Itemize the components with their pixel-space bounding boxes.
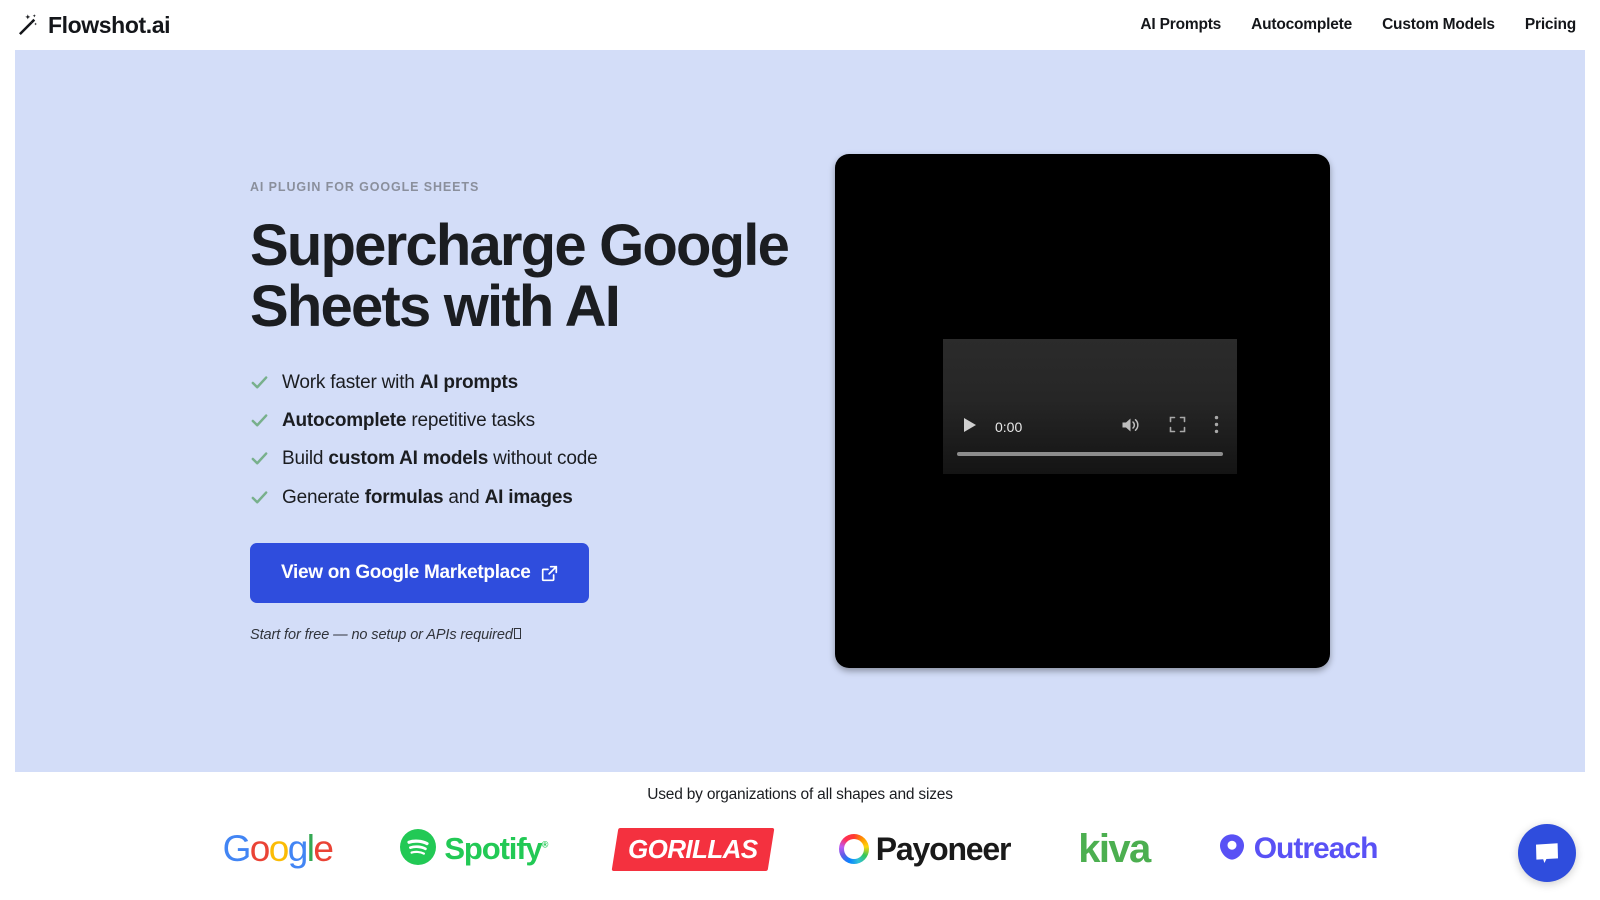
payoneer-wordmark: Payoneer <box>875 830 1012 867</box>
list-item: Work faster with AI prompts <box>250 368 790 401</box>
nav-item-autocomplete[interactable]: Autocomplete <box>1251 16 1352 34</box>
google-letter: e <box>313 828 334 869</box>
logo-gorillas: GORILLAS <box>611 826 775 872</box>
video-controls-overlay: 0:00 <box>943 339 1237 474</box>
feature-text: without code <box>488 448 598 470</box>
nav-item-custom-models[interactable]: Custom Models <box>1382 16 1495 34</box>
brand-name: Flowshot.ai <box>48 11 171 38</box>
hero-media: 0:00 <box>810 154 1330 668</box>
cta-note-text: Start for free — no setup or APIs requir… <box>250 627 513 644</box>
feature-text: Generate <box>282 486 365 508</box>
logo-row: Google Spotify® GORILLAS Payoneer kiva O… <box>0 826 1600 872</box>
missing-glyph <box>513 628 521 640</box>
kiva-wordmark: kiva <box>1078 826 1151 871</box>
check-icon <box>250 368 269 401</box>
google-letter: g <box>287 828 309 869</box>
magic-wand-icon <box>14 12 40 38</box>
feature-text: Work faster with <box>282 371 420 393</box>
chat-widget-button[interactable] <box>1518 824 1576 882</box>
social-proof-caption: Used by organizations of all shapes and … <box>647 786 953 803</box>
chat-bubble-icon <box>1533 839 1561 867</box>
cta-note: Start for free — no setup or APIs requir… <box>250 627 790 643</box>
kebab-menu-icon[interactable] <box>1214 415 1219 439</box>
logo-google: Google <box>222 826 334 872</box>
brand-logo[interactable]: Flowshot.ai <box>14 11 171 39</box>
page-title: Supercharge Google Sheets with AI <box>250 212 790 339</box>
spotify-mark-icon <box>400 828 437 870</box>
feature-emphasis: formulas <box>364 486 444 508</box>
check-icon <box>250 444 269 477</box>
external-link-icon <box>541 565 558 582</box>
logo-spotify: Spotify® <box>400 826 549 872</box>
google-letter: o <box>268 828 290 869</box>
play-icon[interactable] <box>963 417 977 438</box>
cta-label: View on Google Marketplace <box>281 562 531 584</box>
feature-emphasis: Autocomplete <box>282 409 407 431</box>
social-proof-section: Used by organizations of all shapes and … <box>0 772 1600 900</box>
hero-section: AI PLUGIN FOR GOOGLE SHEETS Supercharge … <box>15 50 1585 772</box>
volume-icon[interactable] <box>1121 416 1141 439</box>
video-progress-scrubber[interactable] <box>957 452 1223 456</box>
google-letter: G <box>222 828 252 869</box>
feature-text: repetitive tasks <box>406 409 535 431</box>
main-nav: AI Prompts Autocomplete Custom Models Pr… <box>1140 16 1576 34</box>
outreach-wordmark: Outreach <box>1253 832 1379 865</box>
view-on-google-marketplace-button[interactable]: View on Google Marketplace <box>250 543 590 604</box>
nav-item-ai-prompts[interactable]: AI Prompts <box>1140 16 1221 34</box>
gorillas-wordmark: GORILLAS <box>628 833 758 864</box>
video-current-time: 0:00 <box>995 419 1023 435</box>
fullscreen-icon[interactable] <box>1169 416 1186 438</box>
check-icon <box>250 406 269 439</box>
feature-list: Work faster with AI prompts Autocomplete… <box>250 368 790 517</box>
logo-outreach: Outreach <box>1218 826 1378 872</box>
spotify-wordmark: Spotify <box>444 831 542 866</box>
outreach-mark-icon <box>1218 833 1246 866</box>
feature-emphasis: AI prompts <box>419 371 519 393</box>
list-item: Build custom AI models without code <box>250 444 790 477</box>
logo-kiva: kiva <box>1078 826 1151 872</box>
check-icon <box>250 483 269 516</box>
logo-payoneer: Payoneer <box>838 826 1012 872</box>
hero-content: AI PLUGIN FOR GOOGLE SHEETS Supercharge … <box>250 179 810 643</box>
payoneer-ring-icon <box>838 834 869 864</box>
feature-emphasis: custom AI models <box>328 448 489 470</box>
google-letter: o <box>249 828 271 869</box>
list-item: Generate formulas and AI images <box>250 483 790 516</box>
feature-text: and <box>443 486 485 508</box>
feature-emphasis: AI images <box>484 486 573 508</box>
hero-eyebrow: AI PLUGIN FOR GOOGLE SHEETS <box>250 179 480 194</box>
list-item: Autocomplete repetitive tasks <box>250 406 790 439</box>
spotify-trademark: ® <box>541 839 549 850</box>
feature-text: Build <box>282 448 329 470</box>
site-header: Flowshot.ai AI Prompts Autocomplete Cust… <box>0 0 1600 50</box>
product-demo-video[interactable]: 0:00 <box>835 154 1330 668</box>
nav-item-pricing[interactable]: Pricing <box>1525 16 1576 34</box>
